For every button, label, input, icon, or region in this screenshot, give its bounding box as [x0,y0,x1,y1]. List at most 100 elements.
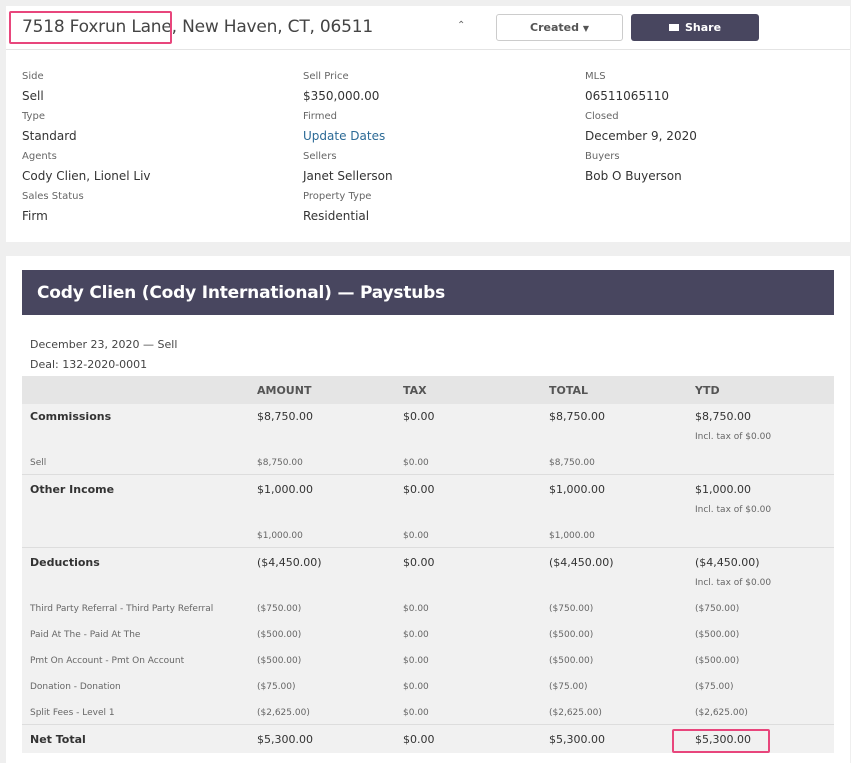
firmed-label: Firmed [303,111,337,122]
commissions-amount: $8,750.00 [257,410,313,423]
deductions-ytd-note: Incl. tax of $0.00 [695,578,772,588]
deductions-label: Deductions [30,556,100,569]
other-income-label: Other Income [30,483,115,496]
sales-status-label: Sales Status [22,191,84,202]
paystub-deal: Deal: 132-2020-0001 [30,358,148,371]
created-dropdown-button[interactable]: Created ▼ [496,14,623,41]
property-type-label: Property Type [303,191,372,202]
sellers-value: Janet Sellerson [303,169,393,183]
deduction-ytd: ($750.00) [695,604,740,614]
deduction-amount: ($500.00) [257,630,302,640]
net-total-label: Net Total [30,733,86,746]
other-income-amount: $1,000.00 [257,483,313,496]
other-income-sub-amount: $1,000.00 [257,531,303,541]
mls-label: MLS [585,71,606,82]
property-type-value: Residential [303,209,370,223]
other-income-ytd: $1,000.00 [695,483,751,496]
deductions-amount: ($4,450.00) [257,556,322,569]
deduction-amount: ($500.00) [257,656,302,666]
deduction-label: Split Fees - Level 1 [30,708,115,718]
buyers-value: Bob O Buyerson [585,169,682,183]
share-label: Share [684,21,722,34]
col-amount: AMOUNT [257,384,312,397]
commissions-total: $8,750.00 [549,410,605,423]
address-city-state-zip: , New Haven, CT, 06511 [171,17,374,37]
envelope-icon [668,24,679,31]
type-label: Type [22,111,45,122]
deal-summary-card: 7518 Foxrun Lane, New Haven, CT, 06511 ⌃… [6,6,850,242]
field-mls: MLS 06511065110 [585,71,669,103]
deduction-ytd: ($2,625.00) [695,708,748,718]
deduction-total: ($500.00) [549,630,594,640]
buyers-label: Buyers [585,151,620,162]
field-sell-price: Sell Price $350,000.00 [303,71,379,103]
deductions-ytd: ($4,450.00) [695,556,760,569]
deduction-amount: ($750.00) [257,604,302,614]
field-agents: Agents Cody Clien, Lionel Liv [22,151,151,183]
deduction-tax: $0.00 [403,682,429,692]
share-button[interactable]: Share [631,14,759,41]
field-side: Side Sell [22,71,44,103]
deduction-ytd: ($75.00) [695,682,734,692]
deduction-total: ($75.00) [549,682,588,692]
caret-down-icon: ▼ [582,24,589,33]
col-total: TOTAL [549,384,589,397]
deduction-total: ($500.00) [549,656,594,666]
closed-value: December 9, 2020 [585,129,697,143]
col-tax: TAX [403,384,427,397]
field-sales-status: Sales Status Firm [22,191,84,223]
paystubs-title: Cody Clien (Cody International) — Paystu… [22,270,834,315]
deduction-tax: $0.00 [403,708,429,718]
collapse-caret-icon[interactable]: ⌃ [457,20,465,31]
deduction-label: Third Party Referral - Third Party Refer… [30,604,214,614]
deduction-label: Paid At The - Paid At The [30,630,141,640]
deduction-amount: ($75.00) [257,682,296,692]
net-total-amount: $5,300.00 [257,733,313,746]
agents-value: Cody Clien, Lionel Liv [22,169,151,183]
field-closed: Closed December 9, 2020 [585,111,697,143]
field-firmed: Firmed Update Dates [303,111,385,143]
col-ytd: YTD [695,384,720,397]
commissions-sub-label: Sell [30,458,47,468]
table-header: AMOUNT TAX TOTAL YTD [22,376,834,404]
field-type: Type Standard [22,111,77,143]
side-value: Sell [22,89,44,103]
closed-label: Closed [585,111,619,122]
deduction-label: Pmt On Account - Pmt On Account [30,656,185,666]
created-label: Created [530,21,579,34]
field-property-type: Property Type Residential [303,191,371,223]
update-dates-link[interactable]: Update Dates [303,129,385,143]
deduction-ytd: ($500.00) [695,630,740,640]
net-total-total: $5,300.00 [549,733,605,746]
other-income-tax: $0.00 [403,483,435,496]
other-income-sub-tax: $0.00 [403,531,429,541]
commissions-sub-tax: $0.00 [403,458,429,468]
deduction-label: Donation - Donation [30,682,121,692]
commissions-ytd: $8,750.00 [695,410,751,423]
sell-price-value: $350,000.00 [303,89,380,103]
net-total-tax: $0.00 [403,733,435,746]
field-sellers: Sellers Janet Sellerson [303,151,393,183]
other-income-ytd-note: Incl. tax of $0.00 [695,505,772,515]
paystub-date: December 23, 2020 — Sell [30,338,178,351]
side-label: Side [22,71,44,82]
sales-status-value: Firm [22,209,48,223]
commissions-ytd-note: Incl. tax of $0.00 [695,432,772,442]
deductions-total: ($4,450.00) [549,556,614,569]
commissions-sub-amount: $8,750.00 [257,458,303,468]
type-value: Standard [22,129,77,143]
deduction-tax: $0.00 [403,604,429,614]
deal-header: 7518 Foxrun Lane, New Haven, CT, 06511 ⌃… [6,6,850,50]
commissions-sub-total: $8,750.00 [549,458,595,468]
paystubs-card: Cody Clien (Cody International) — Paystu… [6,256,850,763]
other-income-sub-total: $1,000.00 [549,531,595,541]
commissions-label: Commissions [30,410,112,423]
mls-value: 06511065110 [585,89,669,103]
deduction-ytd: ($500.00) [695,656,740,666]
sell-price-label: Sell Price [303,71,349,82]
other-income-total: $1,000.00 [549,483,605,496]
highlight-box-address [9,11,172,44]
deduction-total: ($750.00) [549,604,594,614]
sellers-label: Sellers [303,151,337,162]
deduction-amount: ($2,625.00) [257,708,310,718]
